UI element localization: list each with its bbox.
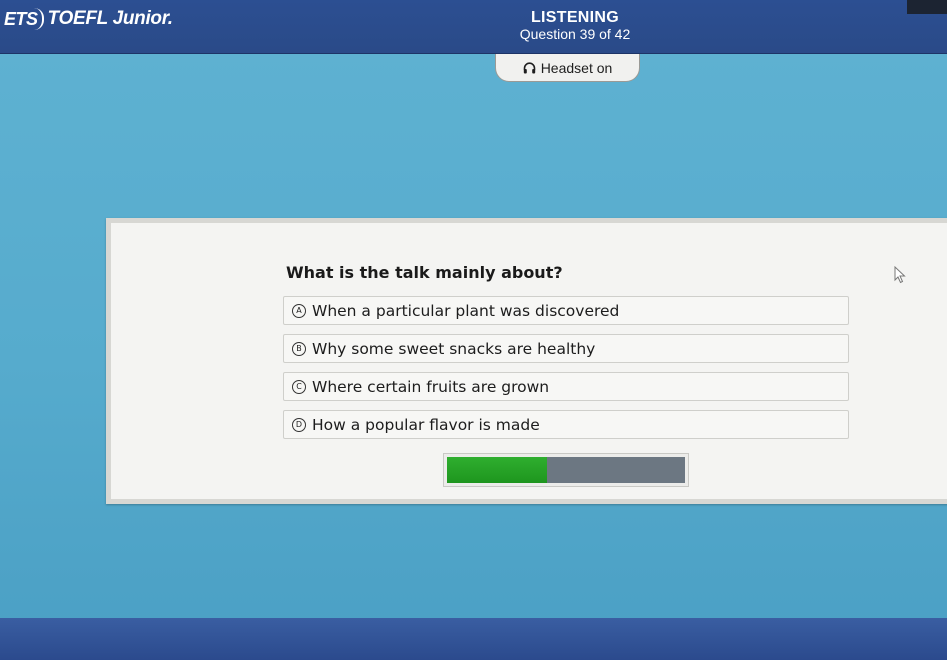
option-letter-a: A xyxy=(292,303,306,318)
footer-bar xyxy=(0,618,947,660)
header-bar: ETS TOEFL Junior. LISTENING Question 39 … xyxy=(0,0,947,54)
logo-text: TOEFL Junior. xyxy=(47,8,174,29)
section-info: LISTENING Question 39 of 42 xyxy=(500,9,650,43)
header-corner xyxy=(907,0,947,14)
ets-toefl-junior-logo: ETS TOEFL Junior. xyxy=(4,8,173,30)
answer-option-a[interactable]: A When a particular plant was discovered xyxy=(283,296,849,325)
option-text-b: Why some sweet snacks are healthy xyxy=(312,339,596,358)
audio-progress-bar xyxy=(443,453,689,487)
headphones-icon xyxy=(523,61,536,74)
option-letter-d: D xyxy=(292,417,306,432)
option-text-a: When a particular plant was discovered xyxy=(312,301,620,320)
answer-option-b[interactable]: B Why some sweet snacks are healthy xyxy=(283,334,849,363)
answer-option-d[interactable]: D How a popular flavor is made xyxy=(283,410,849,439)
option-text-d: How a popular flavor is made xyxy=(312,415,540,434)
audio-progress-fill xyxy=(447,457,547,483)
question-card: What is the talk mainly about? A When a … xyxy=(106,218,947,504)
ets-badge: ETS xyxy=(4,8,44,30)
answer-options: A When a particular plant was discovered… xyxy=(283,296,849,448)
question-counter: Question 39 of 42 xyxy=(519,26,631,42)
audio-progress-track xyxy=(447,457,685,483)
mouse-cursor-icon xyxy=(894,265,906,288)
answer-option-c[interactable]: C Where certain fruits are grown xyxy=(283,372,849,401)
headset-status-tab: Headset on xyxy=(495,54,640,82)
test-screen: ETS TOEFL Junior. LISTENING Question 39 … xyxy=(0,0,947,660)
headset-label: Headset on xyxy=(540,59,613,76)
question-text: What is the talk mainly about? xyxy=(286,263,563,282)
section-title: LISTENING xyxy=(530,9,620,26)
option-text-c: Where certain fruits are grown xyxy=(312,377,550,396)
option-letter-b: B xyxy=(292,341,306,356)
option-letter-c: C xyxy=(292,379,306,394)
